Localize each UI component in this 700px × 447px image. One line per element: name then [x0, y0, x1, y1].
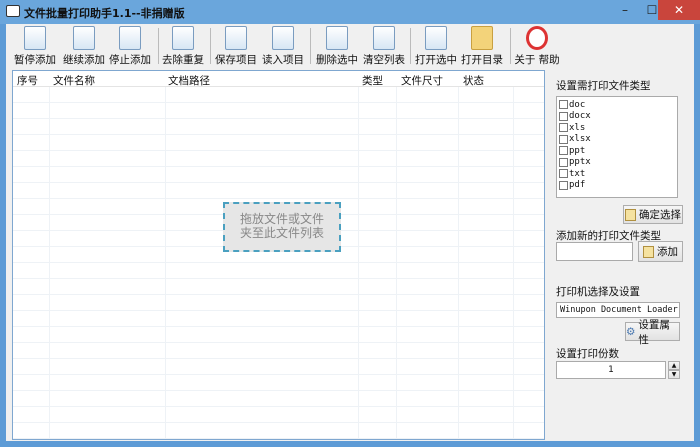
pause-add-icon: [24, 26, 46, 50]
main-window: 暂停添加 继续添加 停止添加 去除重复 保存项目 读入项目 删除选中 清空列表 …: [6, 24, 694, 441]
stop-add-button[interactable]: 停止添加: [105, 26, 155, 67]
about-help-button[interactable]: 关于 帮助: [512, 26, 562, 67]
minimize-button[interactable]: –: [612, 0, 638, 20]
column-index[interactable]: 序号: [17, 73, 38, 88]
column-divider: [396, 87, 397, 439]
continue-add-button[interactable]: 继续添加: [59, 26, 109, 67]
toolbar-separator: [510, 28, 511, 64]
close-button[interactable]: ✕: [658, 0, 700, 20]
type-pdf[interactable]: pdf: [559, 180, 675, 192]
copies-up-button[interactable]: ▲: [668, 361, 680, 370]
add-document-icon: [625, 208, 636, 221]
delete-row-icon: [326, 26, 348, 50]
open-directory-button[interactable]: 打开目录: [457, 26, 507, 67]
checkbox[interactable]: [559, 123, 568, 133]
column-divider: [458, 87, 459, 439]
type-ppt[interactable]: ppt: [559, 145, 675, 157]
save-icon: [225, 26, 247, 50]
file-list[interactable]: 序号 文件名称 文档路径 类型 文件尺寸 状态 拖放文件或文件 夹至此文件列表: [12, 70, 545, 440]
drop-zone[interactable]: 拖放文件或文件 夹至此文件列表: [223, 202, 341, 252]
edit-document-icon: [425, 26, 447, 50]
lifebuoy-icon: [526, 26, 548, 50]
add-type-button[interactable]: 添加: [638, 241, 683, 262]
refresh-icon: [73, 26, 95, 50]
column-divider: [49, 87, 50, 439]
printer-label: 打印机选择及设置: [556, 286, 640, 298]
drop-hint-line1: 拖放文件或文件: [239, 212, 324, 226]
copies-input[interactable]: 1: [556, 361, 666, 379]
column-size[interactable]: 文件尺寸: [401, 73, 443, 88]
save-project-button[interactable]: 保存项目: [211, 26, 261, 67]
checkbox[interactable]: [559, 169, 568, 179]
clear-table-icon: [373, 26, 395, 50]
column-path[interactable]: 文档路径: [168, 73, 210, 88]
type-docx[interactable]: docx: [559, 111, 675, 123]
settings-panel: 设置需打印文件类型 doc docx xls xlsx ppt pptx txt…: [550, 70, 688, 440]
printer-icon: [6, 5, 20, 17]
column-divider: [513, 87, 514, 439]
toolbar-separator: [310, 28, 311, 64]
checkbox[interactable]: [559, 157, 568, 167]
add-document-icon: [643, 245, 654, 258]
type-xls[interactable]: xls: [559, 122, 675, 134]
checkbox[interactable]: [559, 180, 568, 190]
checkbox[interactable]: [559, 146, 568, 156]
load-project-button[interactable]: 读入项目: [258, 26, 308, 67]
list-header: 序号 文件名称 文档路径 类型 文件尺寸 状态: [13, 71, 544, 87]
column-status[interactable]: 状态: [463, 73, 484, 88]
checkbox[interactable]: [559, 111, 568, 121]
pause-add-button[interactable]: 暂停添加: [10, 26, 60, 67]
type-txt[interactable]: txt: [559, 168, 675, 180]
checkbox[interactable]: [559, 100, 568, 110]
search-book-icon: [272, 26, 294, 50]
copies-label: 设置打印份数: [556, 348, 619, 360]
type-doc[interactable]: doc: [559, 99, 675, 111]
copy-icon: [172, 26, 194, 50]
file-types-label: 设置需打印文件类型: [556, 80, 651, 92]
drop-hint-line2: 夹至此文件列表: [239, 226, 324, 240]
checkbox[interactable]: [559, 134, 568, 144]
confirm-selection-button[interactable]: 确定选择: [623, 205, 683, 224]
column-type[interactable]: 类型: [362, 73, 383, 88]
clear-list-button[interactable]: 清空列表: [359, 26, 409, 67]
column-divider: [358, 87, 359, 439]
gear-icon: ⚙: [626, 325, 636, 338]
file-types-list: doc docx xls xlsx ppt pptx txt pdf: [556, 96, 678, 198]
delete-selected-button[interactable]: 删除选中: [312, 26, 362, 67]
toolbar: 暂停添加 继续添加 停止添加 去除重复 保存项目 读入项目 删除选中 清空列表 …: [6, 24, 694, 68]
open-selected-button[interactable]: 打开选中: [411, 26, 461, 67]
column-divider: [165, 87, 166, 439]
copies-down-button[interactable]: ▼: [668, 370, 680, 379]
column-filename[interactable]: 文件名称: [53, 73, 95, 88]
remove-duplicates-button[interactable]: 去除重复: [158, 26, 208, 67]
new-type-input[interactable]: [556, 242, 633, 261]
type-xlsx[interactable]: xlsx: [559, 134, 675, 146]
folder-icon: [471, 26, 493, 50]
window-title: 文件批量打印助手1.1--非捐赠版: [24, 7, 185, 20]
title-bar: 文件批量打印助手1.1--非捐赠版 – ☐ ✕: [0, 0, 700, 24]
stop-icon: [119, 26, 141, 50]
type-pptx[interactable]: pptx: [559, 157, 675, 169]
printer-properties-button[interactable]: ⚙ 设置属性: [625, 319, 680, 346]
